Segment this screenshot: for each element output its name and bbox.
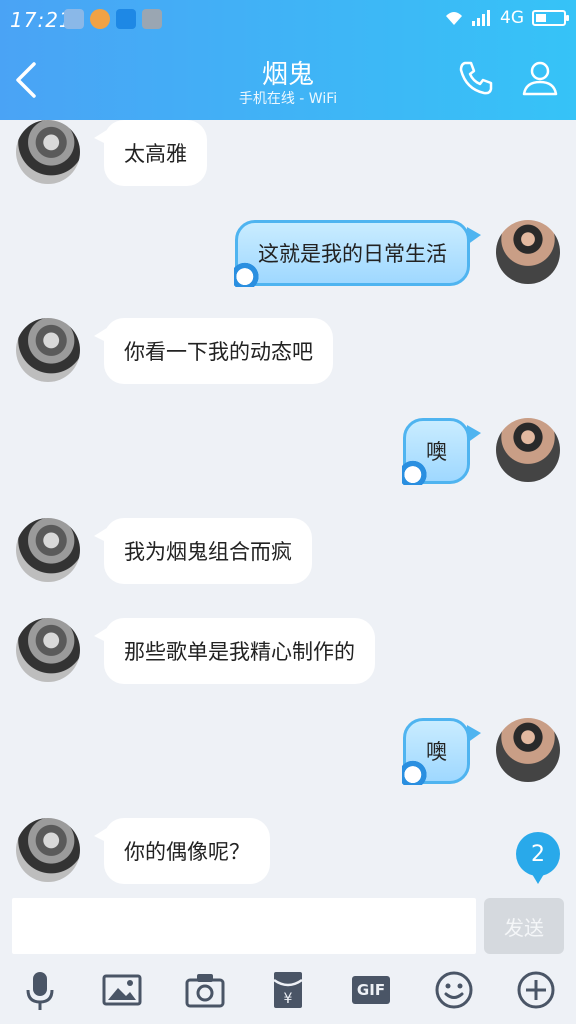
svg-text:¥: ¥ bbox=[284, 991, 293, 1007]
phone-icon[interactable] bbox=[456, 58, 496, 98]
status-right: 4G bbox=[444, 8, 569, 28]
wave-decoration-icon bbox=[402, 759, 438, 785]
gif-label: GIF bbox=[351, 976, 391, 1004]
my-avatar[interactable] bbox=[496, 718, 560, 782]
wifi-icon bbox=[446, 12, 462, 25]
add-more-icon[interactable] bbox=[514, 968, 558, 1012]
message-bubble[interactable]: 你的偶像呢？ bbox=[94, 818, 270, 884]
composer: 发送 ¥ GIF bbox=[0, 890, 576, 1024]
contact-avatar[interactable] bbox=[16, 818, 80, 882]
message-bubble[interactable]: 我为烟鬼组合而疯 bbox=[94, 518, 312, 584]
send-button[interactable]: 发送 bbox=[484, 898, 564, 954]
contact-avatar[interactable] bbox=[16, 518, 80, 582]
chat-header: 17:21 4G 烟鬼 手机在线 - WiFi bbox=[0, 0, 576, 120]
notification-browser-icon bbox=[90, 9, 110, 29]
gif-icon[interactable]: GIF bbox=[349, 968, 393, 1012]
unread-count-badge[interactable]: 2 bbox=[516, 832, 560, 884]
status-bar: 17:21 4G bbox=[0, 0, 576, 40]
image-icon[interactable] bbox=[100, 968, 144, 1012]
notification-scan-icon bbox=[116, 9, 136, 29]
notification-icons bbox=[64, 9, 162, 29]
emoji-icon[interactable] bbox=[432, 968, 476, 1012]
message-bubble[interactable]: 这就是我的日常生活 bbox=[234, 220, 481, 287]
input-toolbar: ¥ GIF bbox=[0, 968, 576, 1018]
wave-decoration-icon bbox=[402, 459, 438, 485]
message-input[interactable] bbox=[12, 898, 476, 954]
message-text: 这就是我的日常生活 bbox=[258, 242, 447, 266]
message-bubble[interactable]: 那些歌单是我精心制作的 bbox=[94, 618, 375, 684]
camera-icon[interactable] bbox=[183, 968, 227, 1012]
my-avatar[interactable] bbox=[496, 220, 560, 284]
message-list[interactable]: 太高雅 这就是我的日常生活 你看一下我的动态吧 噢 我为烟鬼组合而疯 那些歌单是… bbox=[0, 120, 576, 890]
message-bubble[interactable]: 太高雅 bbox=[94, 120, 207, 186]
battery-icon bbox=[532, 10, 569, 26]
red-packet-icon[interactable]: ¥ bbox=[266, 968, 310, 1012]
microphone-icon[interactable] bbox=[18, 968, 62, 1012]
message-bubble[interactable]: 噢 bbox=[402, 418, 481, 485]
message-bubble[interactable]: 你看一下我的动态吧 bbox=[94, 318, 333, 384]
wave-decoration-icon bbox=[234, 261, 270, 287]
profile-icon[interactable] bbox=[520, 58, 560, 98]
signal-icon bbox=[472, 10, 490, 26]
notification-app-icon bbox=[64, 9, 84, 29]
notification-camera-icon bbox=[142, 9, 162, 29]
my-avatar[interactable] bbox=[496, 418, 560, 482]
network-type: 4G bbox=[500, 8, 524, 28]
contact-avatar[interactable] bbox=[16, 318, 80, 382]
message-bubble[interactable]: 噢 bbox=[402, 718, 481, 785]
contact-avatar[interactable] bbox=[16, 120, 80, 184]
contact-avatar[interactable] bbox=[16, 618, 80, 682]
